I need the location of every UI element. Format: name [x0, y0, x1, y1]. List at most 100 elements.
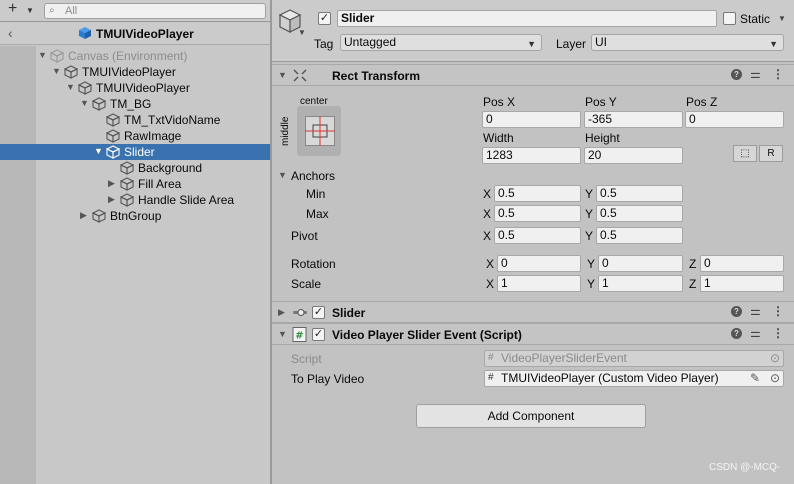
rect-transform-icon	[293, 69, 307, 82]
scale-y-axis: Y	[587, 277, 596, 291]
static-dropdown-icon[interactable]: ▼	[778, 14, 786, 23]
fold-open-icon[interactable]: ▼	[38, 50, 48, 60]
pivot-y-axis: Y	[585, 229, 594, 243]
static-checkbox[interactable]	[723, 12, 736, 25]
help-icon[interactable]: ?	[731, 69, 742, 80]
watermark: CSDN @-MCQ-	[709, 462, 781, 473]
hierarchy-item-label: TM_BG	[110, 97, 152, 111]
anchor-preset-icon	[305, 116, 335, 146]
raw-edit-button[interactable]: R	[759, 145, 783, 162]
hierarchy-item[interactable]: ▼ TMUIVideoPlayer	[0, 64, 270, 80]
gameobject-cube-icon	[50, 49, 64, 63]
rotation-y-field[interactable]: 0	[598, 255, 683, 272]
object-name-field[interactable]: Slider	[337, 10, 717, 27]
tag-dropdown[interactable]: Untagged ▼	[340, 34, 542, 51]
layer-dropdown[interactable]: UI ▼	[591, 34, 784, 51]
fold-closed-icon[interactable]: ▶	[80, 210, 90, 221]
pos-y-field[interactable]: -365	[584, 111, 683, 128]
script-component-title: Video Player Slider Event (Script)	[332, 328, 522, 342]
rect-transform-header[interactable]: ▼ Rect Transform ? ⚌ ⋮	[272, 64, 794, 86]
blueprint-mode-button[interactable]: ⬚	[733, 145, 757, 162]
gameobject-cube-icon	[120, 177, 134, 191]
gameobject-cube-icon	[120, 193, 134, 207]
scale-y-field[interactable]: 1	[598, 275, 683, 292]
fold-open-icon[interactable]: ▼	[94, 146, 104, 156]
gameobject-cube-icon	[106, 145, 120, 159]
min-x-axis: X	[483, 187, 492, 201]
hierarchy-item-label: TM_TxtVidoName	[124, 113, 221, 127]
gameobject-cube-icon	[64, 65, 78, 79]
object-picker-icon[interactable]: ⊙	[770, 351, 780, 365]
chevron-down-icon: ▼	[26, 6, 34, 15]
fold-closed-icon[interactable]: ▶	[278, 307, 285, 318]
min-label: Min	[306, 187, 326, 201]
object-picker-icon[interactable]: ⊙	[770, 371, 780, 385]
csharp-script-icon: #	[488, 352, 494, 363]
width-field[interactable]: 1283	[482, 147, 581, 164]
hierarchy-item[interactable]: ▶ Fill Area	[0, 176, 270, 192]
rotation-z-field[interactable]: 0	[700, 255, 784, 272]
presets-icon[interactable]: ⚌	[750, 326, 761, 340]
anchor-v-label: middle	[280, 116, 291, 146]
fold-closed-icon[interactable]: ▶	[108, 178, 118, 189]
slider-enabled-checkbox[interactable]: ✓	[312, 306, 325, 319]
edit-pencil-icon[interactable]: ✎	[750, 371, 760, 385]
min-y-field[interactable]: 0.5	[596, 185, 683, 202]
active-checkbox[interactable]: ✓	[318, 12, 331, 25]
hierarchy-item[interactable]: ▶ Handle Slide Area	[0, 192, 270, 208]
hierarchy-item-label: Slider	[124, 145, 155, 159]
width-label: Width	[483, 131, 514, 145]
tag-label: Tag	[314, 37, 334, 51]
presets-icon[interactable]: ⚌	[750, 67, 761, 81]
script-enabled-checkbox[interactable]: ✓	[312, 328, 325, 341]
pivot-y-field[interactable]: 0.5	[596, 227, 683, 244]
pos-z-field[interactable]: 0	[685, 111, 784, 128]
to-play-video-field[interactable]: TMUIVideoPlayer (Custom Video Player)	[484, 370, 784, 387]
height-field[interactable]: 20	[584, 147, 683, 164]
fold-open-icon[interactable]: ▼	[278, 70, 287, 80]
max-y-field[interactable]: 0.5	[596, 205, 683, 222]
slider-component-header[interactable]: ▶ ✓ Slider ? ⚌ ⋮	[272, 301, 794, 323]
fold-open-icon[interactable]: ▼	[52, 66, 62, 76]
hierarchy-search-input[interactable]: ⌕ All	[44, 3, 266, 19]
hierarchy-item-label: Background	[138, 161, 203, 175]
hierarchy-item[interactable]: Background	[0, 160, 270, 176]
pos-x-label: Pos X	[483, 95, 516, 109]
hierarchy-item[interactable]: RawImage	[0, 128, 270, 144]
help-icon[interactable]: ?	[731, 306, 742, 317]
script-component-header[interactable]: ▼ # ✓ Video Player Slider Event (Script)…	[272, 323, 794, 345]
help-icon[interactable]: ?	[731, 328, 742, 339]
create-dropdown-button[interactable]: + ▼	[4, 1, 38, 19]
gameobject-cube-icon	[120, 161, 134, 175]
hierarchy-item[interactable]: ▼ Canvas (Environment)	[0, 48, 270, 64]
pos-x-field[interactable]: 0	[482, 111, 581, 128]
rotation-x-field[interactable]: 0	[497, 255, 581, 272]
fold-open-icon[interactable]: ▼	[80, 98, 90, 108]
min-x-field[interactable]: 0.5	[494, 185, 581, 202]
chevron-down-icon: ▼	[298, 28, 306, 37]
fold-open-icon[interactable]: ▼	[278, 329, 287, 339]
back-arrow-icon[interactable]: ‹	[8, 25, 13, 41]
script-value: VideoPlayerSliderEvent	[501, 351, 627, 365]
hierarchy-item[interactable]: ▼ Slider	[0, 144, 270, 160]
scale-x-field[interactable]: 1	[497, 275, 581, 292]
max-x-field[interactable]: 0.5	[494, 205, 581, 222]
presets-icon[interactable]: ⚌	[750, 304, 761, 318]
more-options-icon[interactable]: ⋮	[772, 326, 784, 340]
more-options-icon[interactable]: ⋮	[772, 67, 784, 81]
fold-open-icon[interactable]: ▼	[66, 82, 76, 92]
chevron-down-icon: ▼	[769, 39, 778, 49]
hierarchy-item[interactable]: ▼ TM_BG	[0, 96, 270, 112]
pivot-x-field[interactable]: 0.5	[494, 227, 581, 244]
hierarchy-item[interactable]: ▼ TMUIVideoPlayer	[0, 80, 270, 96]
add-component-button[interactable]: Add Component	[416, 404, 646, 428]
fold-open-icon[interactable]: ▼	[278, 170, 287, 180]
hierarchy-item[interactable]: TM_TxtVidoName	[0, 112, 270, 128]
more-options-icon[interactable]: ⋮	[772, 304, 784, 318]
scale-z-field[interactable]: 1	[700, 275, 784, 292]
slider-component-icon	[293, 309, 307, 316]
chevron-down-icon: ▼	[527, 39, 536, 49]
hierarchy-item[interactable]: ▶ BtnGroup	[0, 208, 270, 224]
fold-closed-icon[interactable]: ▶	[108, 194, 118, 205]
scale-x-axis: X	[486, 277, 495, 291]
